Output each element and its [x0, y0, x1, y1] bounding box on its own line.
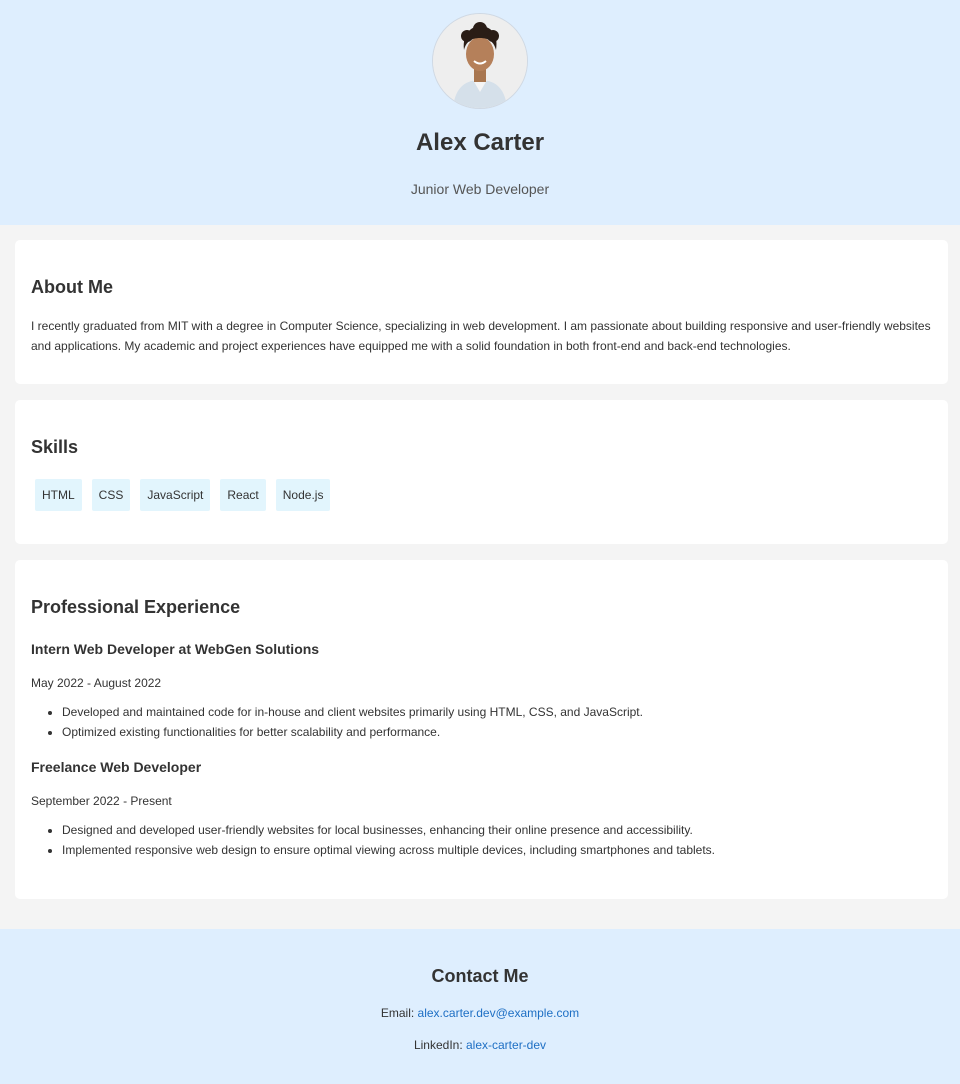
skill-tag: CSS [91, 479, 131, 511]
linkedin-link[interactable]: alex-carter-dev [466, 1038, 546, 1052]
skill-tag: JavaScript [140, 479, 211, 511]
job-points: Designed and developed user-friendly web… [31, 820, 932, 860]
contact-section: Contact Me Email: alex.carter.dev@exampl… [0, 929, 960, 1084]
email-link[interactable]: alex.carter.dev@example.com [418, 1006, 580, 1020]
avatar [433, 14, 527, 108]
profile-title: Junior Web Developer [410, 181, 550, 197]
about-text: I recently graduated from MIT with a deg… [31, 319, 931, 353]
profile-photo-icon [433, 14, 527, 108]
main-content: About Me I recently graduated from MIT w… [0, 225, 960, 930]
job-dates: May 2022 - August 2022 [31, 676, 162, 690]
experience-section: Professional Experience Intern Web Devel… [15, 560, 948, 899]
profile-name: Alex Carter [415, 129, 545, 156]
skills-section: Skills HTML CSS JavaScript React Node.js [15, 400, 948, 544]
contact-heading: Contact Me [431, 966, 529, 986]
skill-tag: Node.js [275, 479, 331, 511]
email-label: Email: [380, 1006, 415, 1020]
linkedin-label: LinkedIn: [413, 1038, 463, 1052]
job-point: Implemented responsive web design to ens… [62, 840, 932, 860]
about-section: About Me I recently graduated from MIT w… [15, 240, 948, 384]
job-entry: Freelance Web Developer September 2022 -… [31, 758, 932, 860]
skills-heading: Skills [31, 437, 79, 457]
profile-header: Alex Carter Junior Web Developer [0, 0, 960, 225]
job-points: Developed and maintained code for in-hou… [31, 702, 932, 742]
about-heading: About Me [31, 277, 113, 297]
skill-tag: React [220, 479, 266, 511]
job-title: Freelance Web Developer [31, 759, 202, 775]
email-line: Email: alex.carter.dev@example.com [0, 1005, 960, 1021]
job-point: Designed and developed user-friendly web… [62, 820, 932, 840]
skill-list: HTML CSS JavaScript React Node.js [31, 479, 932, 511]
job-entry: Intern Web Developer at WebGen Solutions… [31, 640, 932, 742]
job-point: Developed and maintained code for in-hou… [62, 702, 932, 722]
linkedin-line: LinkedIn: alex-carter-dev [0, 1037, 960, 1053]
job-dates: September 2022 - Present [31, 794, 172, 808]
experience-heading: Professional Experience [31, 597, 241, 617]
job-title: Intern Web Developer at WebGen Solutions [31, 641, 320, 657]
skill-tag: HTML [35, 479, 82, 511]
job-point: Optimized existing functionalities for b… [62, 722, 932, 742]
